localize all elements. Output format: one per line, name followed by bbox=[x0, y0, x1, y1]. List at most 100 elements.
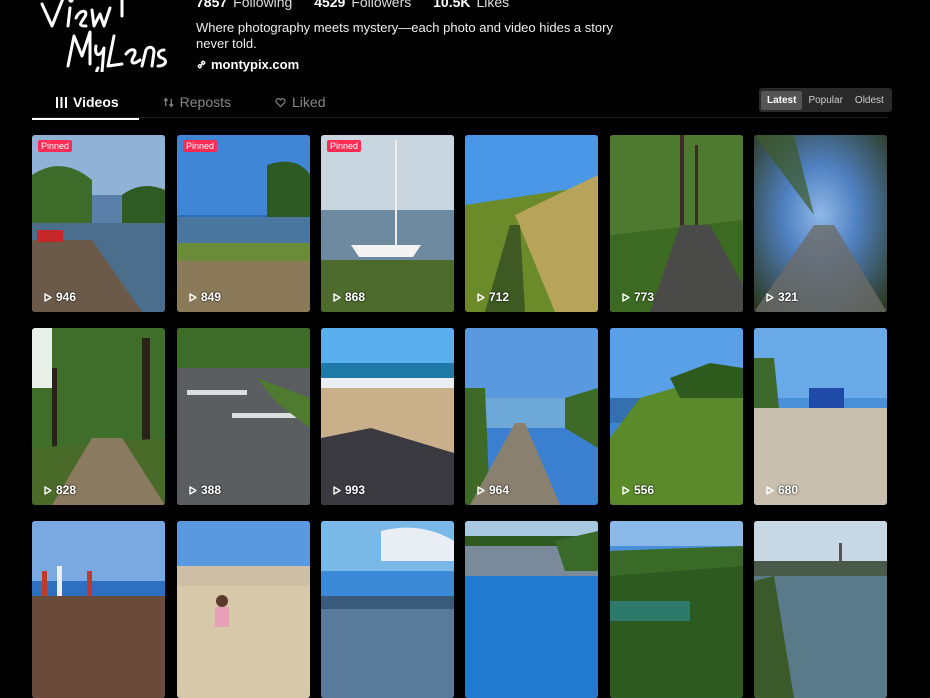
view-count-value: 946 bbox=[56, 290, 77, 304]
tab-liked[interactable]: Liked bbox=[275, 86, 325, 118]
view-count: 946 bbox=[44, 290, 76, 304]
thumbnail-image bbox=[754, 135, 887, 312]
likes-count: 10.5K bbox=[433, 0, 471, 10]
video-thumbnail[interactable]: 828 bbox=[32, 328, 165, 505]
thumbnail-image bbox=[321, 521, 454, 698]
video-thumbnail[interactable]: 773 bbox=[610, 135, 743, 312]
view-count-value: 964 bbox=[489, 483, 510, 497]
likes-label: Likes bbox=[476, 0, 510, 10]
thumbnail-image bbox=[177, 135, 310, 312]
website-url: montypix.com bbox=[211, 57, 300, 72]
view-count: 993 bbox=[333, 483, 365, 497]
following-count: 7857 bbox=[196, 0, 228, 10]
pinned-badge: Pinned bbox=[183, 140, 218, 152]
view-count: 964 bbox=[477, 483, 509, 497]
thumbnail-image bbox=[465, 135, 598, 312]
thumbnail-image bbox=[32, 135, 165, 312]
view-count-value: 849 bbox=[201, 290, 222, 304]
sort-latest[interactable]: Latest bbox=[761, 90, 803, 110]
thumbnail-image bbox=[465, 521, 598, 698]
likes-stat: 10.5K Likes bbox=[433, 0, 509, 10]
view-count-value: 828 bbox=[56, 483, 77, 497]
video-thumbnail[interactable]: Pinned 868 bbox=[321, 135, 454, 312]
video-thumbnail[interactable] bbox=[321, 521, 454, 698]
play-icon bbox=[477, 292, 485, 302]
sort-oldest[interactable]: Oldest bbox=[849, 91, 890, 110]
view-my-lens-logo bbox=[40, 0, 167, 77]
play-icon bbox=[333, 292, 341, 302]
repost-icon bbox=[163, 96, 174, 108]
video-thumbnail[interactable]: 388 bbox=[177, 328, 310, 505]
play-icon bbox=[622, 485, 630, 495]
link-icon bbox=[197, 60, 206, 69]
view-count-value: 321 bbox=[778, 290, 799, 304]
view-count-value: 993 bbox=[345, 483, 366, 497]
video-thumbnail[interactable]: 680 bbox=[754, 328, 887, 505]
view-count: 680 bbox=[766, 483, 798, 497]
tab-videos-label: Videos bbox=[73, 94, 119, 110]
thumbnail-image bbox=[32, 521, 165, 698]
video-thumbnail[interactable]: 964 bbox=[465, 328, 598, 505]
tab-reposts-label: Reposts bbox=[179, 94, 232, 110]
video-thumbnail[interactable]: 712 bbox=[465, 135, 598, 312]
tab-reposts[interactable]: Reposts bbox=[163, 86, 231, 118]
tabs-divider bbox=[32, 117, 888, 118]
video-thumbnail[interactable]: 321 bbox=[754, 135, 887, 312]
thumbnail-image bbox=[610, 135, 743, 312]
profile-stats: 7857 Following 4529 Followers 10.5K Likes bbox=[196, 0, 527, 10]
video-thumbnail[interactable] bbox=[754, 521, 887, 698]
view-count: 868 bbox=[333, 290, 365, 304]
video-thumbnail[interactable] bbox=[465, 521, 598, 698]
view-count-value: 388 bbox=[201, 483, 222, 497]
video-thumbnail[interactable] bbox=[610, 521, 743, 698]
followers-stat[interactable]: 4529 Followers bbox=[314, 0, 411, 10]
play-icon bbox=[189, 292, 197, 302]
view-count-value: 773 bbox=[634, 290, 655, 304]
sort-popular[interactable]: Popular bbox=[802, 91, 848, 110]
video-thumbnail[interactable] bbox=[177, 521, 310, 698]
view-count-value: 868 bbox=[345, 290, 366, 304]
view-count: 849 bbox=[189, 290, 221, 304]
sort-toggle: Latest Popular Oldest bbox=[759, 88, 892, 112]
play-icon bbox=[477, 485, 485, 495]
thumbnail-image bbox=[610, 521, 743, 698]
following-stat[interactable]: 7857 Following bbox=[196, 0, 292, 10]
video-thumbnail[interactable]: Pinned 946 bbox=[32, 135, 165, 312]
thumbnail-image bbox=[610, 328, 743, 505]
followers-count: 4529 bbox=[314, 0, 346, 10]
heart-icon bbox=[275, 97, 286, 107]
play-icon bbox=[44, 292, 52, 302]
video-thumbnail[interactable] bbox=[32, 521, 165, 698]
following-label: Following bbox=[233, 0, 293, 10]
play-icon bbox=[766, 292, 774, 302]
play-icon bbox=[189, 485, 197, 495]
video-thumbnail[interactable]: 556 bbox=[610, 328, 743, 505]
view-count-value: 712 bbox=[489, 290, 510, 304]
view-count: 321 bbox=[766, 290, 798, 304]
tab-videos[interactable]: Videos bbox=[32, 86, 139, 120]
grid-icon bbox=[56, 96, 67, 108]
view-count: 773 bbox=[622, 290, 654, 304]
pinned-badge: Pinned bbox=[327, 140, 362, 152]
video-thumbnail[interactable]: 993 bbox=[321, 328, 454, 505]
view-count-value: 556 bbox=[634, 483, 655, 497]
view-count: 388 bbox=[189, 483, 221, 497]
view-count: 828 bbox=[44, 483, 76, 497]
thumbnail-image bbox=[177, 328, 310, 505]
play-icon bbox=[622, 292, 630, 302]
view-count: 556 bbox=[622, 483, 654, 497]
video-thumbnail[interactable]: Pinned 849 bbox=[177, 135, 310, 312]
play-icon bbox=[766, 485, 774, 495]
play-icon bbox=[44, 485, 52, 495]
thumbnail-image bbox=[754, 521, 887, 698]
view-count: 712 bbox=[477, 290, 509, 304]
website-link[interactable]: montypix.com bbox=[196, 57, 299, 72]
followers-label: Followers bbox=[351, 0, 412, 10]
thumbnail-image bbox=[321, 328, 454, 505]
profile-logo bbox=[38, 0, 178, 77]
profile-bio: Where photography meets mystery—each pho… bbox=[196, 20, 613, 51]
play-icon bbox=[333, 485, 341, 495]
pinned-badge: Pinned bbox=[38, 140, 73, 152]
profile-tabs: Videos Reposts Liked bbox=[32, 86, 369, 120]
tab-liked-label: Liked bbox=[292, 94, 326, 110]
